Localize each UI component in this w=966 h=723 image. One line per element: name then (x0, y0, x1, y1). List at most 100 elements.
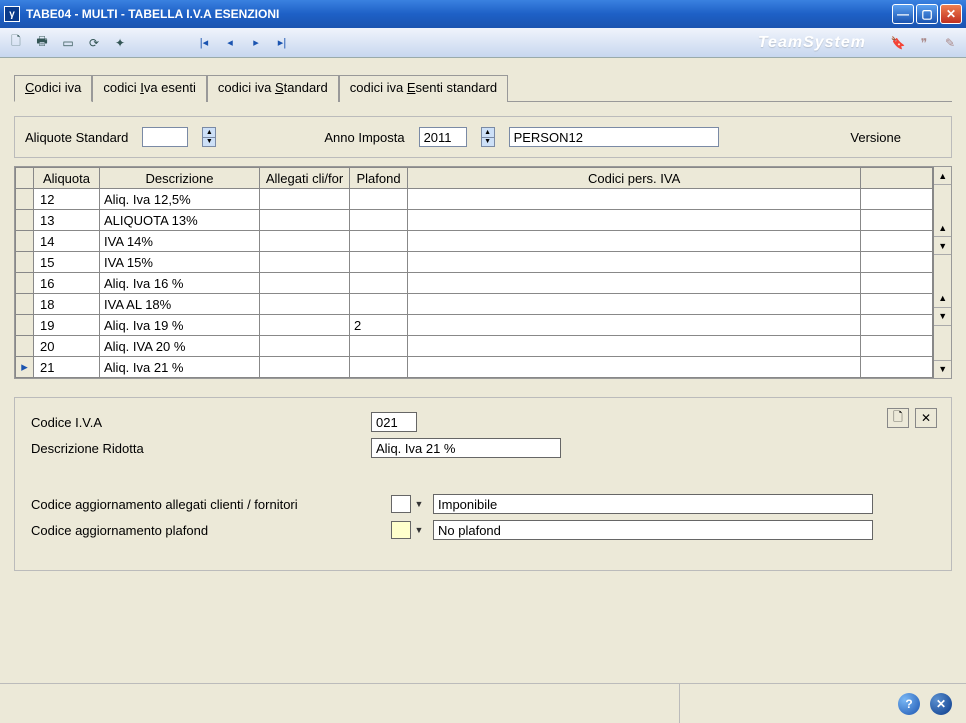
person-input[interactable] (509, 127, 719, 147)
table-row[interactable]: 15IVA 15% (16, 252, 933, 273)
cell-allegati[interactable] (260, 273, 350, 294)
anno-imposta-spinner[interactable]: ▲▼ (481, 127, 495, 147)
help-button[interactable]: ? (898, 693, 920, 715)
nav-first-icon[interactable]: |◂ (196, 35, 212, 51)
grid-header-extra[interactable] (861, 168, 933, 189)
cell-codici-pers[interactable] (408, 252, 861, 273)
nav-next-icon[interactable]: ▸ (248, 35, 264, 51)
cell-codici-pers[interactable] (408, 357, 861, 378)
spin-up-icon[interactable]: ▲ (203, 128, 215, 138)
toolbar-open-icon[interactable]: ▭ (58, 33, 78, 53)
cell-allegati[interactable] (260, 336, 350, 357)
cell-extra[interactable] (861, 357, 933, 378)
cell-codici-pers[interactable] (408, 210, 861, 231)
cell-aliquota[interactable]: 12 (34, 189, 100, 210)
nav-last-icon[interactable]: ▸| (274, 35, 290, 51)
toolbar-print-icon[interactable]: 🖶 (32, 33, 52, 53)
cell-descrizione[interactable]: IVA AL 18% (100, 294, 260, 315)
cell-allegati[interactable] (260, 210, 350, 231)
cell-allegati[interactable] (260, 315, 350, 336)
scroll-small-down-icon[interactable]: ▼ (934, 237, 951, 255)
scroll-small-down2-icon[interactable]: ▼ (934, 308, 951, 326)
cell-aliquota[interactable]: 14 (34, 231, 100, 252)
aliquote-standard-input[interactable] (142, 127, 188, 147)
cell-codici-pers[interactable] (408, 336, 861, 357)
grid-header-plafond[interactable]: Plafond (350, 168, 408, 189)
cell-plafond[interactable] (350, 210, 408, 231)
grid-header-codici-pers[interactable]: Codici pers. IVA (408, 168, 861, 189)
codice-allegati-combo[interactable]: ▼ Imponibile (391, 494, 873, 514)
cell-codici-pers[interactable] (408, 294, 861, 315)
cell-aliquota[interactable]: 18 (34, 294, 100, 315)
cell-codici-pers[interactable] (408, 273, 861, 294)
cell-aliquota[interactable]: 21 (34, 357, 100, 378)
descrizione-ridotta-value[interactable]: Aliq. Iva 21 % (371, 438, 561, 458)
cell-aliquota[interactable]: 13 (34, 210, 100, 231)
scroll-up-icon[interactable]: ▲ (934, 167, 951, 185)
maximize-button[interactable]: ▢ (916, 4, 938, 24)
grid-header-allegati[interactable]: Allegati cli/for (260, 168, 350, 189)
cell-descrizione[interactable]: Aliq. IVA 20 % (100, 336, 260, 357)
toolbar-refresh-icon[interactable]: ⟳ (84, 33, 104, 53)
cell-plafond[interactable] (350, 231, 408, 252)
cell-descrizione[interactable]: IVA 14% (100, 231, 260, 252)
cell-plafond[interactable] (350, 357, 408, 378)
aliquote-standard-spinner[interactable]: ▲▼ (202, 127, 216, 147)
cell-plafond[interactable] (350, 273, 408, 294)
toolbar-note-icon[interactable]: ❞ (914, 33, 934, 53)
grid-scrollbar[interactable]: ▲ ▲ ▼ ▲ ▼ ▼ (933, 167, 951, 378)
tab-codici-iva[interactable]: Codici iva (14, 75, 92, 102)
exit-button[interactable]: ✕ (930, 693, 952, 715)
table-row[interactable]: ▸21Aliq. Iva 21 % (16, 357, 933, 378)
codice-iva-value[interactable]: 021 (371, 412, 417, 432)
scroll-down-icon[interactable]: ▼ (934, 360, 951, 378)
cell-plafond[interactable] (350, 189, 408, 210)
cell-aliquota[interactable]: 20 (34, 336, 100, 357)
cell-descrizione[interactable]: Aliq. Iva 19 % (100, 315, 260, 336)
spin-down-icon[interactable]: ▼ (203, 138, 215, 147)
table-row[interactable]: 20Aliq. IVA 20 % (16, 336, 933, 357)
table-row[interactable]: 13ALIQUOTA 13% (16, 210, 933, 231)
cell-extra[interactable] (861, 336, 933, 357)
plafond-dropdown-icon[interactable]: ▼ (411, 521, 427, 539)
table-row[interactable]: 19Aliq. Iva 19 % 2 (16, 315, 933, 336)
cell-aliquota[interactable]: 15 (34, 252, 100, 273)
anno-imposta-input[interactable] (419, 127, 467, 147)
tab-codici-iva-esenti-standard[interactable]: codici iva Esenti standard (339, 75, 508, 102)
cell-extra[interactable] (861, 252, 933, 273)
cell-plafond[interactable] (350, 252, 408, 273)
tab-codici-iva-standard[interactable]: codici iva Standard (207, 75, 339, 102)
cell-plafond[interactable]: 2 (350, 315, 408, 336)
cell-extra[interactable] (861, 231, 933, 252)
cell-plafond[interactable] (350, 294, 408, 315)
cell-descrizione[interactable]: Aliq. Iva 16 % (100, 273, 260, 294)
cell-allegati[interactable] (260, 357, 350, 378)
cell-extra[interactable] (861, 315, 933, 336)
table-row[interactable]: 18IVA AL 18% (16, 294, 933, 315)
cell-extra[interactable] (861, 294, 933, 315)
cell-descrizione[interactable]: Aliq. Iva 21 % (100, 357, 260, 378)
cell-allegati[interactable] (260, 231, 350, 252)
spin-down-icon[interactable]: ▼ (482, 138, 494, 147)
scroll-small-up2-icon[interactable]: ▲ (934, 290, 951, 308)
minimize-button[interactable]: — (892, 4, 914, 24)
nav-prev-icon[interactable]: ◂ (222, 35, 238, 51)
cell-codici-pers[interactable] (408, 231, 861, 252)
toolbar-tag-icon[interactable]: 🔖 (888, 33, 908, 53)
codice-plafond-combo[interactable]: ▼ No plafond (391, 520, 873, 540)
cell-descrizione[interactable]: Aliq. Iva 12,5% (100, 189, 260, 210)
detail-delete-button[interactable]: ✕ (915, 408, 937, 428)
cell-allegati[interactable] (260, 252, 350, 273)
close-button[interactable]: ✕ (940, 4, 962, 24)
cell-codici-pers[interactable] (408, 189, 861, 210)
cell-allegati[interactable] (260, 189, 350, 210)
cell-extra[interactable] (861, 189, 933, 210)
table-row[interactable]: 16Aliq. Iva 16 % (16, 273, 933, 294)
cell-plafond[interactable] (350, 336, 408, 357)
cell-allegati[interactable] (260, 294, 350, 315)
table-row[interactable]: 12Aliq. Iva 12,5% (16, 189, 933, 210)
cell-extra[interactable] (861, 210, 933, 231)
cell-aliquota[interactable]: 19 (34, 315, 100, 336)
cell-aliquota[interactable]: 16 (34, 273, 100, 294)
table-row[interactable]: 14IVA 14% (16, 231, 933, 252)
